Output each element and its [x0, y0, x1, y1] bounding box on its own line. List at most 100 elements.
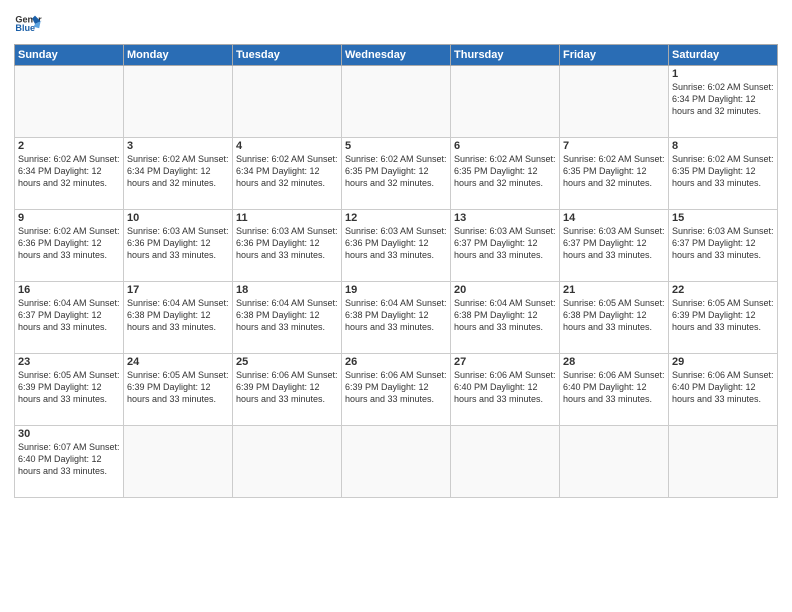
day-info: Sunrise: 6:03 AM Sunset: 6:36 PM Dayligh…: [127, 225, 229, 261]
header-thursday: Thursday: [451, 45, 560, 66]
day-number: 6: [454, 140, 556, 152]
table-row: [233, 66, 342, 138]
day-info: Sunrise: 6:02 AM Sunset: 6:34 PM Dayligh…: [127, 153, 229, 189]
day-number: 3: [127, 140, 229, 152]
day-info: Sunrise: 6:06 AM Sunset: 6:39 PM Dayligh…: [236, 369, 338, 405]
header-wednesday: Wednesday: [342, 45, 451, 66]
table-row: 22Sunrise: 6:05 AM Sunset: 6:39 PM Dayli…: [669, 282, 778, 354]
day-number: 14: [563, 212, 665, 224]
day-info: Sunrise: 6:02 AM Sunset: 6:34 PM Dayligh…: [18, 153, 120, 189]
table-row: [669, 426, 778, 498]
calendar-row: 16Sunrise: 6:04 AM Sunset: 6:37 PM Dayli…: [15, 282, 778, 354]
header-tuesday: Tuesday: [233, 45, 342, 66]
day-info: Sunrise: 6:06 AM Sunset: 6:40 PM Dayligh…: [672, 369, 774, 405]
day-number: 25: [236, 356, 338, 368]
table-row: 23Sunrise: 6:05 AM Sunset: 6:39 PM Dayli…: [15, 354, 124, 426]
day-info: Sunrise: 6:02 AM Sunset: 6:36 PM Dayligh…: [18, 225, 120, 261]
day-info: Sunrise: 6:04 AM Sunset: 6:38 PM Dayligh…: [454, 297, 556, 333]
day-number: 28: [563, 356, 665, 368]
table-row: 13Sunrise: 6:03 AM Sunset: 6:37 PM Dayli…: [451, 210, 560, 282]
day-info: Sunrise: 6:02 AM Sunset: 6:34 PM Dayligh…: [672, 81, 774, 117]
calendar-row: 1Sunrise: 6:02 AM Sunset: 6:34 PM Daylig…: [15, 66, 778, 138]
day-number: 19: [345, 284, 447, 296]
table-row: 16Sunrise: 6:04 AM Sunset: 6:37 PM Dayli…: [15, 282, 124, 354]
calendar-row: 30Sunrise: 6:07 AM Sunset: 6:40 PM Dayli…: [15, 426, 778, 498]
day-number: 17: [127, 284, 229, 296]
day-number: 7: [563, 140, 665, 152]
table-row: 7Sunrise: 6:02 AM Sunset: 6:35 PM Daylig…: [560, 138, 669, 210]
header-sunday: Sunday: [15, 45, 124, 66]
weekday-header-row: Sunday Monday Tuesday Wednesday Thursday…: [15, 45, 778, 66]
day-number: 11: [236, 212, 338, 224]
day-info: Sunrise: 6:02 AM Sunset: 6:35 PM Dayligh…: [345, 153, 447, 189]
header-saturday: Saturday: [669, 45, 778, 66]
table-row: 17Sunrise: 6:04 AM Sunset: 6:38 PM Dayli…: [124, 282, 233, 354]
table-row: 29Sunrise: 6:06 AM Sunset: 6:40 PM Dayli…: [669, 354, 778, 426]
day-number: 26: [345, 356, 447, 368]
day-number: 15: [672, 212, 774, 224]
table-row: [124, 66, 233, 138]
table-row: 8Sunrise: 6:02 AM Sunset: 6:35 PM Daylig…: [669, 138, 778, 210]
day-number: 21: [563, 284, 665, 296]
table-row: [451, 426, 560, 498]
day-number: 10: [127, 212, 229, 224]
day-number: 9: [18, 212, 120, 224]
day-number: 20: [454, 284, 556, 296]
table-row: 25Sunrise: 6:06 AM Sunset: 6:39 PM Dayli…: [233, 354, 342, 426]
table-row: [342, 426, 451, 498]
day-info: Sunrise: 6:04 AM Sunset: 6:37 PM Dayligh…: [18, 297, 120, 333]
table-row: 3Sunrise: 6:02 AM Sunset: 6:34 PM Daylig…: [124, 138, 233, 210]
day-info: Sunrise: 6:03 AM Sunset: 6:36 PM Dayligh…: [345, 225, 447, 261]
calendar-row: 2Sunrise: 6:02 AM Sunset: 6:34 PM Daylig…: [15, 138, 778, 210]
day-info: Sunrise: 6:03 AM Sunset: 6:37 PM Dayligh…: [563, 225, 665, 261]
logo: General Blue: [14, 10, 42, 38]
logo-icon: General Blue: [14, 10, 42, 38]
header: General Blue: [14, 10, 778, 38]
day-info: Sunrise: 6:02 AM Sunset: 6:35 PM Dayligh…: [454, 153, 556, 189]
table-row: 27Sunrise: 6:06 AM Sunset: 6:40 PM Dayli…: [451, 354, 560, 426]
calendar-table: Sunday Monday Tuesday Wednesday Thursday…: [14, 44, 778, 498]
day-number: 4: [236, 140, 338, 152]
day-number: 16: [18, 284, 120, 296]
table-row: 4Sunrise: 6:02 AM Sunset: 6:34 PM Daylig…: [233, 138, 342, 210]
day-number: 22: [672, 284, 774, 296]
table-row: 15Sunrise: 6:03 AM Sunset: 6:37 PM Dayli…: [669, 210, 778, 282]
day-number: 30: [18, 428, 120, 440]
day-number: 24: [127, 356, 229, 368]
table-row: 19Sunrise: 6:04 AM Sunset: 6:38 PM Dayli…: [342, 282, 451, 354]
day-info: Sunrise: 6:03 AM Sunset: 6:37 PM Dayligh…: [454, 225, 556, 261]
table-row: [560, 66, 669, 138]
day-number: 23: [18, 356, 120, 368]
day-info: Sunrise: 6:03 AM Sunset: 6:37 PM Dayligh…: [672, 225, 774, 261]
table-row: 1Sunrise: 6:02 AM Sunset: 6:34 PM Daylig…: [669, 66, 778, 138]
day-number: 13: [454, 212, 556, 224]
header-friday: Friday: [560, 45, 669, 66]
page: General Blue Sunday Monday Tuesday Wedne…: [0, 0, 792, 612]
svg-text:Blue: Blue: [15, 23, 35, 33]
day-info: Sunrise: 6:05 AM Sunset: 6:39 PM Dayligh…: [672, 297, 774, 333]
table-row: 20Sunrise: 6:04 AM Sunset: 6:38 PM Dayli…: [451, 282, 560, 354]
day-number: 27: [454, 356, 556, 368]
table-row: 12Sunrise: 6:03 AM Sunset: 6:36 PM Dayli…: [342, 210, 451, 282]
day-info: Sunrise: 6:02 AM Sunset: 6:35 PM Dayligh…: [672, 153, 774, 189]
day-info: Sunrise: 6:07 AM Sunset: 6:40 PM Dayligh…: [18, 441, 120, 477]
header-monday: Monday: [124, 45, 233, 66]
table-row: 5Sunrise: 6:02 AM Sunset: 6:35 PM Daylig…: [342, 138, 451, 210]
table-row: 9Sunrise: 6:02 AM Sunset: 6:36 PM Daylig…: [15, 210, 124, 282]
day-info: Sunrise: 6:05 AM Sunset: 6:38 PM Dayligh…: [563, 297, 665, 333]
day-info: Sunrise: 6:04 AM Sunset: 6:38 PM Dayligh…: [127, 297, 229, 333]
day-info: Sunrise: 6:06 AM Sunset: 6:39 PM Dayligh…: [345, 369, 447, 405]
day-info: Sunrise: 6:04 AM Sunset: 6:38 PM Dayligh…: [236, 297, 338, 333]
table-row: [233, 426, 342, 498]
table-row: 26Sunrise: 6:06 AM Sunset: 6:39 PM Dayli…: [342, 354, 451, 426]
table-row: 21Sunrise: 6:05 AM Sunset: 6:38 PM Dayli…: [560, 282, 669, 354]
table-row: 14Sunrise: 6:03 AM Sunset: 6:37 PM Dayli…: [560, 210, 669, 282]
day-number: 2: [18, 140, 120, 152]
day-number: 12: [345, 212, 447, 224]
table-row: 11Sunrise: 6:03 AM Sunset: 6:36 PM Dayli…: [233, 210, 342, 282]
table-row: 18Sunrise: 6:04 AM Sunset: 6:38 PM Dayli…: [233, 282, 342, 354]
day-info: Sunrise: 6:05 AM Sunset: 6:39 PM Dayligh…: [18, 369, 120, 405]
table-row: 2Sunrise: 6:02 AM Sunset: 6:34 PM Daylig…: [15, 138, 124, 210]
table-row: 10Sunrise: 6:03 AM Sunset: 6:36 PM Dayli…: [124, 210, 233, 282]
table-row: [451, 66, 560, 138]
